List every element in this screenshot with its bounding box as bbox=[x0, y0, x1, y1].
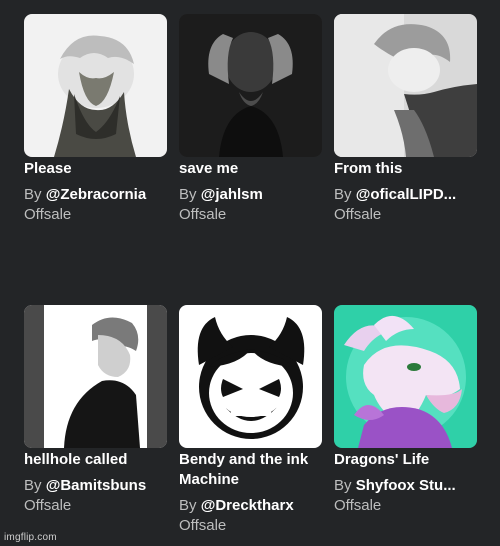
bendy-face-image bbox=[179, 305, 322, 448]
item-creator-line: By @Bamitsbuns bbox=[24, 476, 168, 496]
item-thumbnail[interactable] bbox=[334, 305, 477, 448]
watermark: imgflip.com bbox=[4, 532, 57, 543]
creator-link[interactable]: Shyfoox Stu... bbox=[356, 477, 456, 494]
catalog-item-card[interactable]: From this By @oficalLIPD... Offsale bbox=[334, 14, 478, 225]
creator-link[interactable]: @jahlsm bbox=[201, 186, 263, 203]
catalog-item-card[interactable]: save me By @jahlsm Offsale bbox=[179, 14, 323, 225]
item-price: Offsale bbox=[334, 206, 382, 223]
item-price: Offsale bbox=[24, 206, 72, 223]
item-thumbnail[interactable] bbox=[179, 305, 322, 448]
item-name[interactable]: Dragons' Life bbox=[334, 450, 478, 470]
catalog-item-card[interactable]: hellhole called By @Bamitsbuns Offsale bbox=[24, 305, 168, 516]
creator-link[interactable]: @oficalLIPD... bbox=[356, 186, 456, 203]
by-label: By bbox=[179, 497, 197, 514]
item-price: Offsale bbox=[334, 497, 382, 514]
catalog-item-card[interactable]: Bendy and the ink Machine By @Drecktharx… bbox=[179, 305, 323, 536]
item-price: Offsale bbox=[179, 206, 227, 223]
catalog-item-card[interactable]: Please By @Zebracornia Offsale bbox=[24, 14, 168, 225]
item-thumbnail[interactable] bbox=[179, 14, 322, 157]
item-name[interactable]: Please bbox=[24, 159, 168, 179]
item-price: Offsale bbox=[179, 517, 227, 534]
anime-boy-holding-face-image bbox=[24, 14, 167, 157]
person-hands-on-head-image bbox=[179, 14, 322, 157]
item-thumbnail[interactable] bbox=[334, 14, 477, 157]
item-name[interactable]: hellhole called bbox=[24, 450, 168, 470]
item-thumbnail[interactable] bbox=[24, 14, 167, 157]
creator-link[interactable]: @Bamitsbuns bbox=[46, 477, 146, 494]
creator-link[interactable]: @Zebracornia bbox=[46, 186, 147, 203]
item-creator-line: By Shyfoox Stu... bbox=[334, 476, 478, 496]
by-label: By bbox=[24, 477, 42, 494]
pink-dragon-image bbox=[334, 305, 477, 448]
item-name[interactable]: From this bbox=[334, 159, 478, 179]
item-name[interactable]: Bendy and the ink Machine bbox=[179, 450, 323, 490]
item-creator-line: By @oficalLIPD... bbox=[334, 185, 478, 205]
item-name[interactable]: save me bbox=[179, 159, 323, 179]
item-creator-line: By @Drecktharx bbox=[179, 496, 323, 516]
by-label: By bbox=[24, 186, 42, 203]
by-label: By bbox=[334, 186, 352, 203]
sad-anime-boy-image bbox=[334, 14, 477, 157]
item-thumbnail[interactable] bbox=[24, 305, 167, 448]
creator-link[interactable]: @Drecktharx bbox=[201, 497, 294, 514]
by-label: By bbox=[179, 186, 197, 203]
item-creator-line: By @Zebracornia bbox=[24, 185, 168, 205]
anime-boy-profile-image bbox=[24, 305, 167, 448]
item-creator-line: By @jahlsm bbox=[179, 185, 323, 205]
catalog-item-card[interactable]: Dragons' Life By Shyfoox Stu... Offsale bbox=[334, 305, 478, 516]
catalog-grid: Please By @Zebracornia Offsale save me B… bbox=[0, 0, 500, 546]
item-price: Offsale bbox=[24, 497, 72, 514]
by-label: By bbox=[334, 477, 352, 494]
